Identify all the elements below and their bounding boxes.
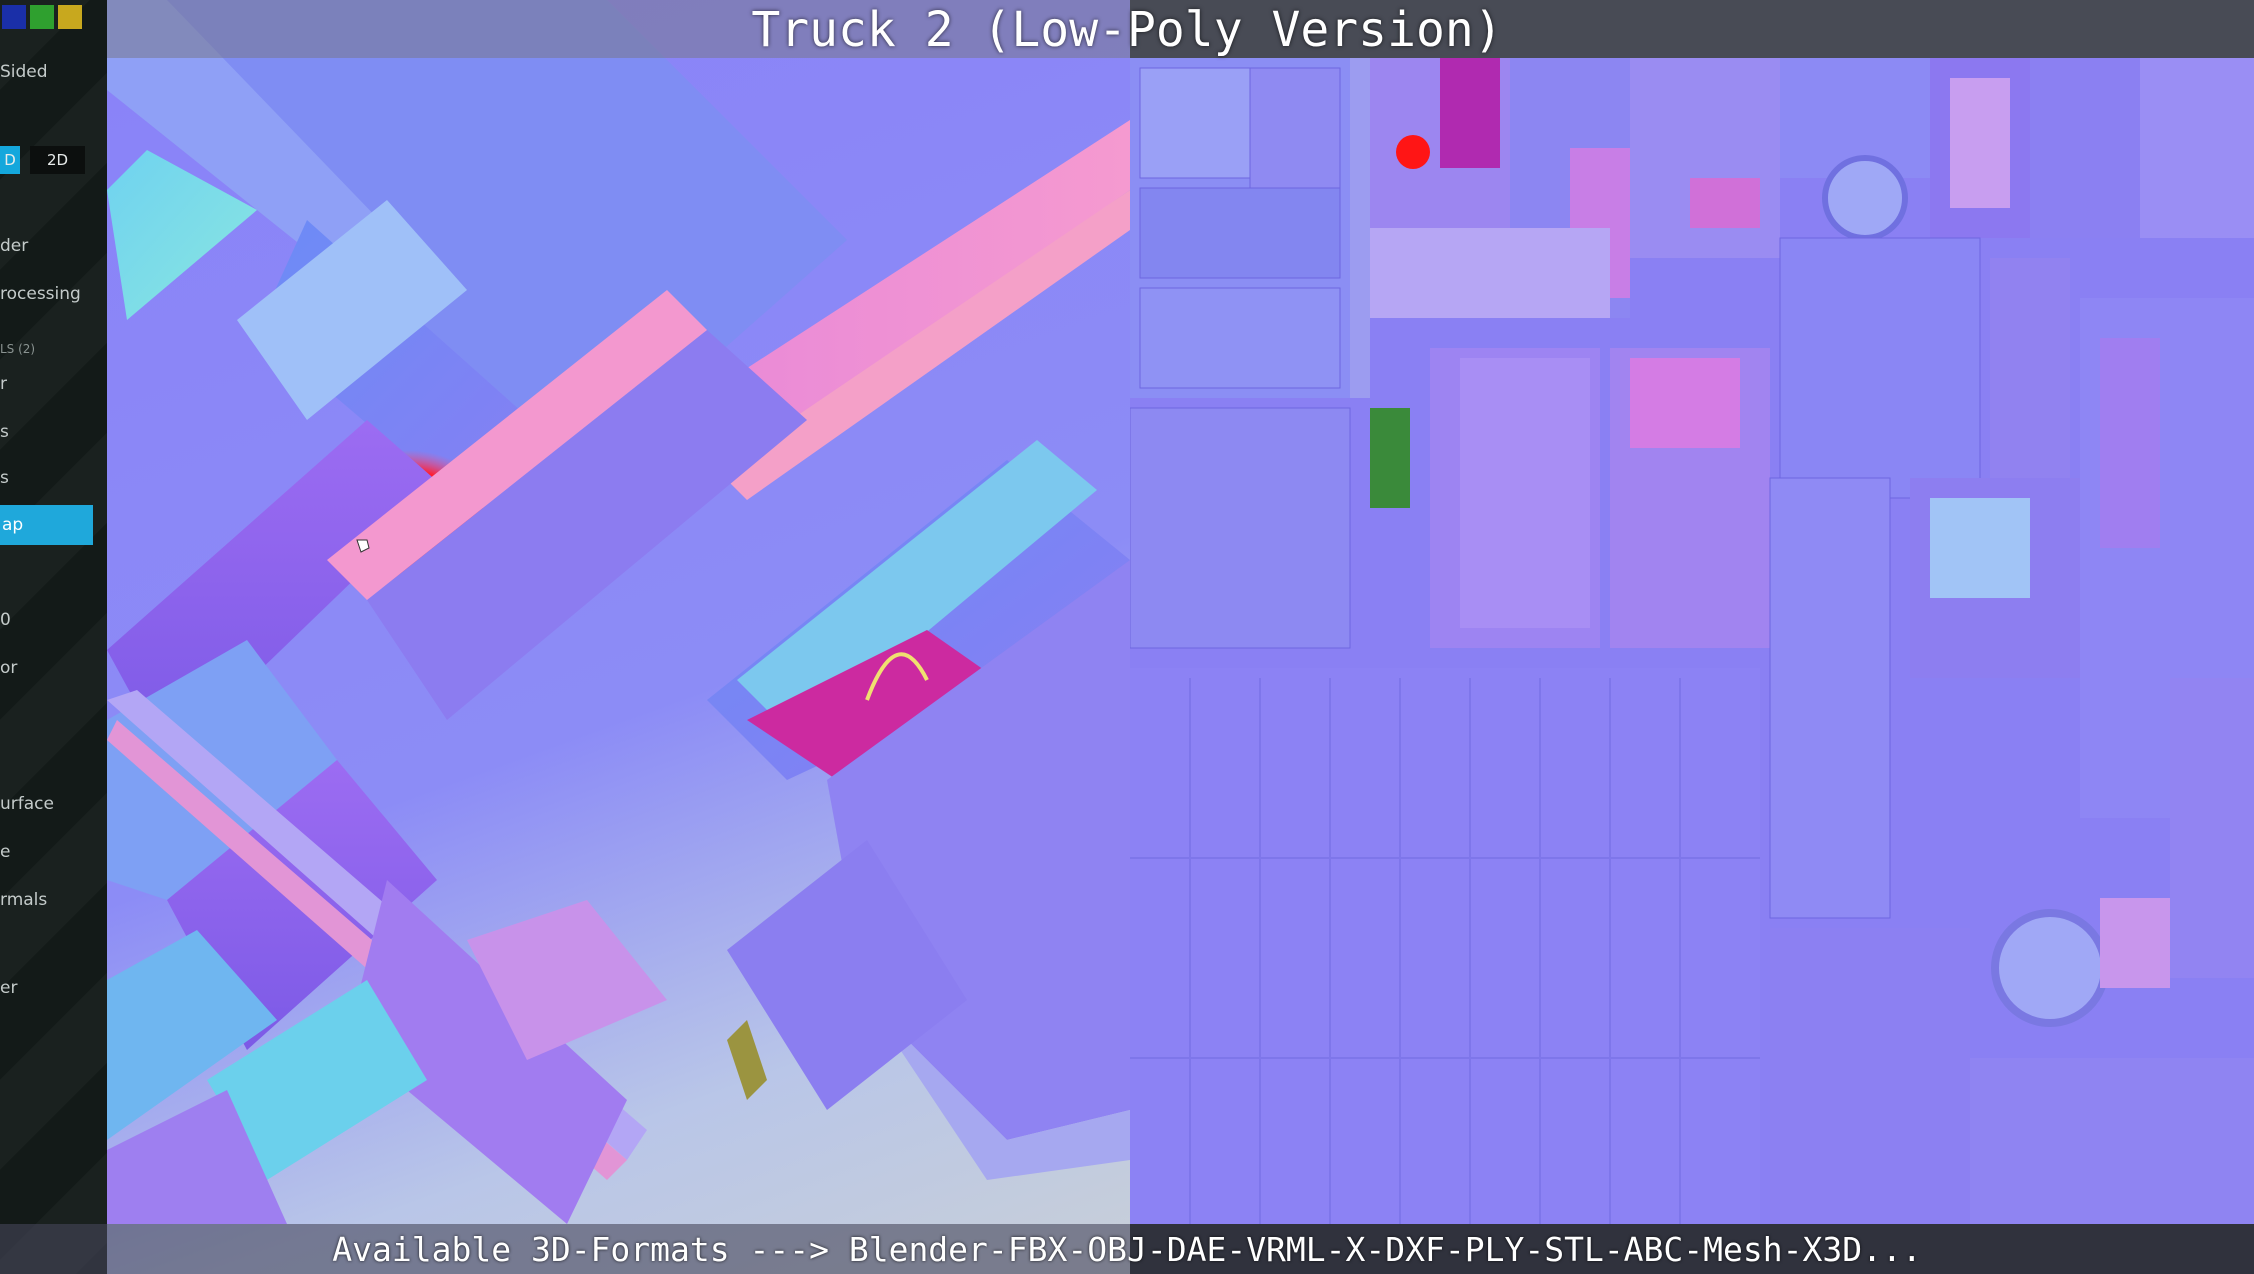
sidebar-item-render[interactable]: der [0,236,28,256]
sidebar-section-materials: LS (2) [0,342,36,356]
sidebar-item-processing[interactable]: rocessing [0,284,81,304]
page-title: Truck 2 (Low-Poly Version) [751,2,1503,58]
side-panel: Sided D 2D der rocessing LS (2) r s s ap… [0,0,107,1274]
double-sided-option[interactable]: Sided [0,62,48,82]
formats-caption: Available 3D-Formats ---> Blender-FBX-OB… [332,1230,1922,1269]
sidebar-item-material-c[interactable]: s [0,468,9,488]
sidebar-item-color[interactable]: or [0,658,17,678]
normal-map-texture [1130,58,2254,1224]
sidebar-item-value[interactable]: 0 [0,610,11,630]
sidebar-item-normal-map[interactable]: ap [0,505,93,545]
sidebar-item-material-b[interactable]: s [0,422,9,442]
view-3d-button[interactable]: D [0,146,20,174]
sidebar-item-other[interactable]: er [0,978,17,998]
uv-texture-view[interactable] [1130,58,2254,1224]
sidebar-item-wireframe[interactable]: e [0,842,10,862]
3d-viewport[interactable] [107,0,1130,1274]
view-2d-button[interactable]: 2D [30,146,85,174]
normal-map-render [107,0,1130,1224]
sidebar-item-surface[interactable]: urface [0,794,54,814]
marker-red-dot [1396,135,1430,169]
sidebar-item-normals[interactable]: rmals [0,890,47,910]
sidebar-item-material-a[interactable]: r [0,374,7,394]
